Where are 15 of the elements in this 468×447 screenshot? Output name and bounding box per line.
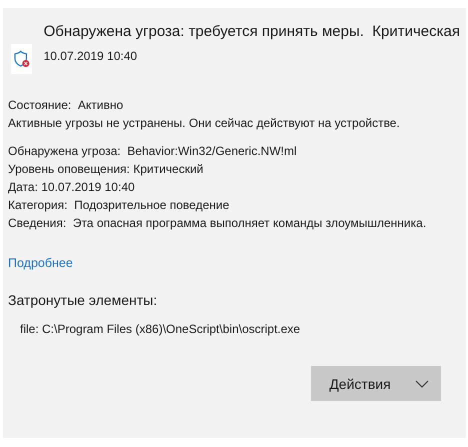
detail-text: Обнаружена угроза: Behavior:Win32/Generic.NW!ml (8, 143, 298, 160)
affected-file: file: C:\Program Files (x86)\OneScript\bin\oscript.exe (20, 322, 302, 336)
detail-text: Сведения: Эта опасная программа выполняет команды злоумышленника. (8, 215, 428, 232)
affected-heading: Затронутые элементы: (8, 292, 158, 308)
status-text: Состояние: Активно (8, 97, 124, 114)
alert-date: 10.07.2019 10:40 (44, 48, 138, 65)
alert-title: Обнаружена угроза: требуется принять меры. Критическая (44, 22, 460, 42)
chevron-down-icon (414, 380, 429, 388)
detail-text: Уровень оповещения: Критический (8, 161, 204, 178)
shield-error-icon (11, 44, 32, 74)
status-text: Активные угрозы не устранены. Они сейчас действуют на устройстве. (8, 115, 401, 132)
more-link[interactable]: Подробнее (8, 256, 73, 270)
detail-text: Дата: 10.07.2019 10:40 (8, 179, 136, 196)
detail-text: Категория: Подозрительное поведение (8, 197, 230, 214)
actions-button[interactable]: Действия (311, 366, 441, 401)
